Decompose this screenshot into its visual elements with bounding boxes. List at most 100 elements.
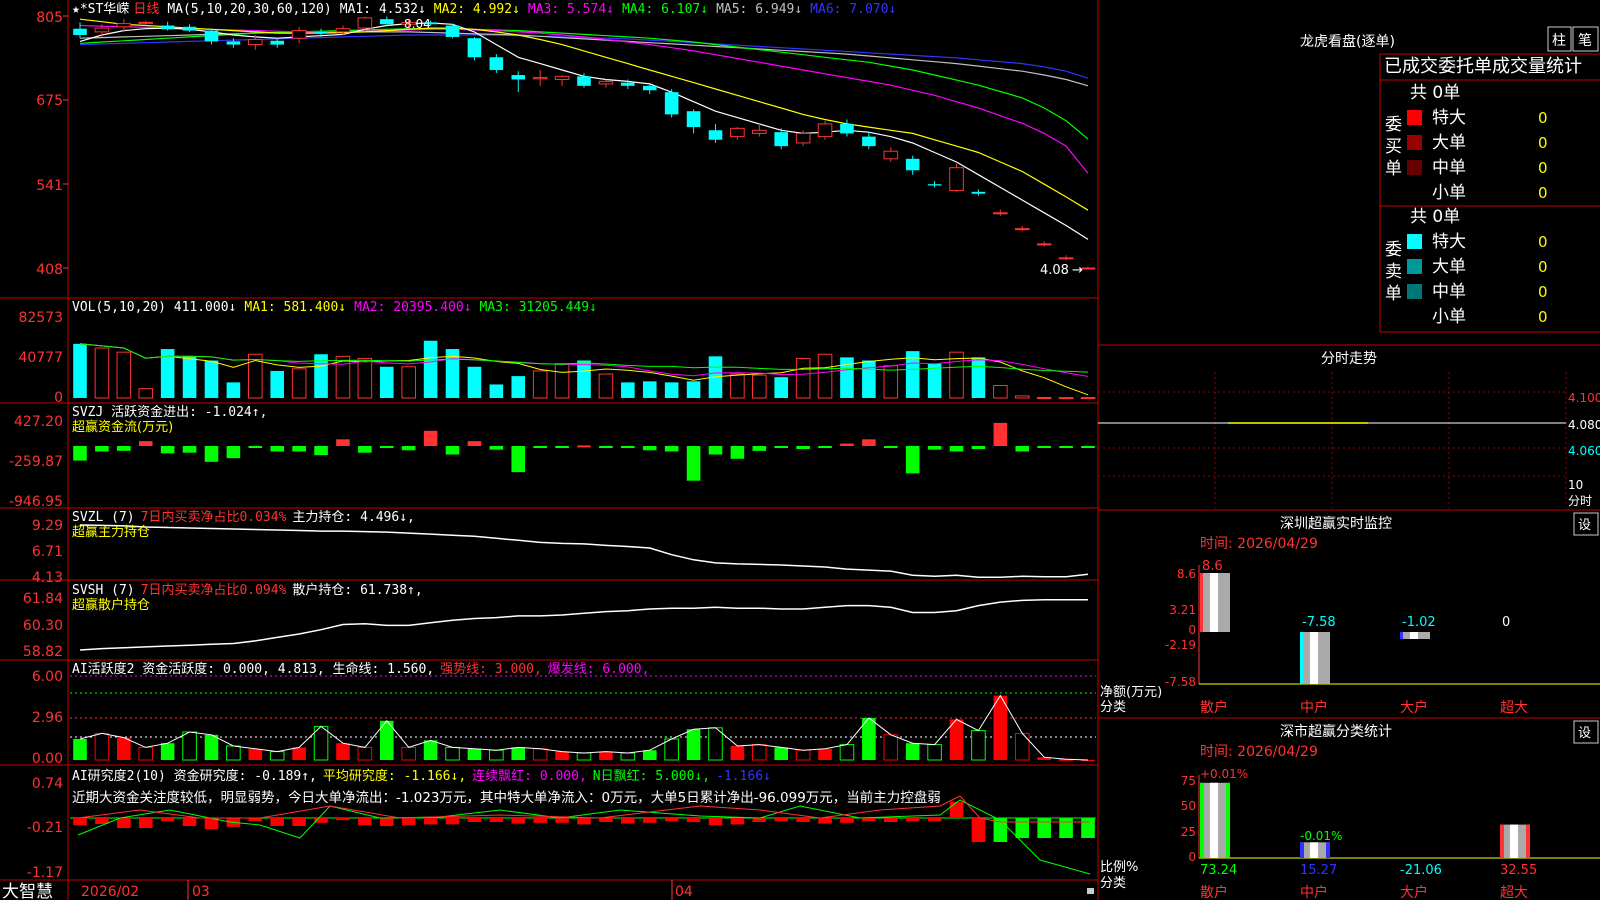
svg-text:委: 委 [1385, 240, 1402, 260]
fund-flow-bar [445, 446, 460, 455]
ai-research-tick: -0.21 [27, 820, 63, 836]
fund-flow-bar [489, 446, 504, 450]
n-day-red-label: N日飘红: 5.000↓, [593, 768, 710, 784]
research-bar [292, 818, 306, 826]
activity-bar [883, 734, 899, 761]
fund-flow-bar [73, 446, 87, 461]
research-bar [1081, 818, 1095, 838]
candle-body [971, 191, 986, 194]
lock-icon[interactable] [1087, 888, 1094, 894]
fund-flow-bar [993, 422, 1008, 446]
date-label: 03 [192, 884, 210, 900]
sz-monitor-tick: 3.21 [1169, 603, 1196, 617]
research-bar [401, 818, 416, 826]
research-bar [533, 818, 547, 823]
volume-bar [1080, 397, 1096, 400]
ai-activity-title: AI活跃度2 资金活跃度: 0.000, 4.813, 生命线: 1.560, [72, 661, 434, 677]
order-color-swatch [1407, 160, 1422, 175]
activity-bar [423, 740, 438, 760]
fund-flow-bar [160, 446, 175, 454]
activity-bar [292, 747, 306, 760]
period-label: 日线 [133, 2, 159, 17]
research-bar [818, 818, 832, 824]
research-bar [905, 818, 920, 822]
fund-flow-bar [138, 441, 153, 446]
bar-view-label: 柱 [1552, 33, 1566, 49]
fund-flow-bar [862, 439, 876, 446]
class-category-label: 大户 [1400, 884, 1428, 900]
main-hold-subtitle: 超赢主力持仓 [72, 524, 150, 540]
sz-class-tick: 25 [1181, 825, 1196, 839]
research-bar [555, 818, 569, 823]
sz-monitor-tick: -2.19 [1165, 638, 1196, 652]
volume-bar [270, 370, 285, 398]
sz-monitor-tick: -7.58 [1165, 675, 1196, 689]
date-label: 2026/02 [81, 884, 139, 900]
candle-body [905, 158, 920, 171]
fund-flow-bar [292, 446, 306, 452]
fund-flow-bar [752, 446, 767, 451]
fund-flow-bar [840, 443, 854, 446]
volume-bar [467, 366, 482, 398]
last-price-label: 4.08 [1040, 263, 1069, 278]
order-count-value: 0 [1538, 308, 1548, 326]
order-size-label: 大单 [1432, 257, 1466, 277]
tick-view-label: 笔 [1578, 33, 1592, 49]
candle-body [774, 132, 789, 147]
research-bar [511, 818, 526, 824]
class-value-label: 32.55 [1500, 863, 1537, 878]
volume-bar [73, 343, 87, 398]
fund-flow-bar [555, 446, 569, 448]
order-color-swatch [1407, 110, 1422, 125]
fund-flow-bar [599, 446, 613, 448]
candle-body [1080, 267, 1096, 270]
candle-body [467, 38, 482, 58]
research-bar [686, 818, 701, 822]
kline-header: ★*ST华嵘 日线 MA(5,10,20,30,60,120) MA1: 4.532↓… [72, 2, 896, 17]
class-value-label: 15.27 [1300, 863, 1337, 878]
activity-bar [182, 731, 197, 761]
ai-research-header: AI研究度2(10) 资金研究度: -0.189↑, 平均研究度: -1.166↓… [72, 768, 771, 784]
activity-bar [839, 744, 855, 761]
candle-body [94, 27, 110, 33]
fund-flow-bar [577, 445, 591, 448]
research-bar [949, 802, 964, 818]
avg-research-label: 平均研究度: -1.166↓, [323, 768, 466, 784]
volume-bar [401, 366, 416, 399]
fund-flow-tick: 427.20 [14, 414, 63, 430]
class-value-label: 73.24 [1200, 863, 1237, 878]
research-bar [489, 818, 504, 822]
candle-body [883, 150, 899, 160]
order-size-label: 小单 [1432, 307, 1466, 327]
volume-bar [94, 347, 110, 399]
fund-flow-bar [336, 439, 350, 446]
activity-bar [401, 746, 416, 761]
class-change-label: -0.01% [1300, 829, 1342, 843]
research-bar [621, 818, 635, 824]
research-bar [642, 818, 657, 823]
fund-flow-bar [1015, 446, 1030, 452]
volume-bar [511, 376, 526, 398]
activity-bar [357, 746, 373, 761]
fund-flow-bar [971, 446, 986, 450]
volume-bar [182, 356, 197, 398]
candle-body [927, 184, 942, 186]
candle-body [598, 80, 614, 85]
intraday-title: 分时走势 [1321, 351, 1377, 367]
ai-research-title: AI研究度2(10) 资金研究度: -0.189↑, [72, 768, 317, 784]
volume-bar [993, 385, 1008, 399]
sz-monitor-xlabel: 分类 [1100, 700, 1126, 715]
continuous-red-label: 连续飘红: 0.000, [472, 768, 587, 784]
order-color-swatch [1407, 284, 1422, 299]
sz-class-ylabel: 比例% [1100, 860, 1138, 875]
fund-flow-bar [423, 430, 438, 446]
volume-bar [971, 357, 986, 398]
monitor-category-label: 中户 [1300, 699, 1328, 716]
candle-body [291, 30, 307, 39]
volume-bar [1014, 395, 1030, 399]
volume-tick: 40777 [18, 350, 63, 366]
class-bar-highlight [1210, 782, 1218, 858]
order-stats-tabs[interactable]: 已成交委托单成交量统计 [1384, 56, 1582, 77]
svg-text:卖: 卖 [1385, 262, 1402, 282]
class-category-label: 超大 [1500, 885, 1528, 900]
